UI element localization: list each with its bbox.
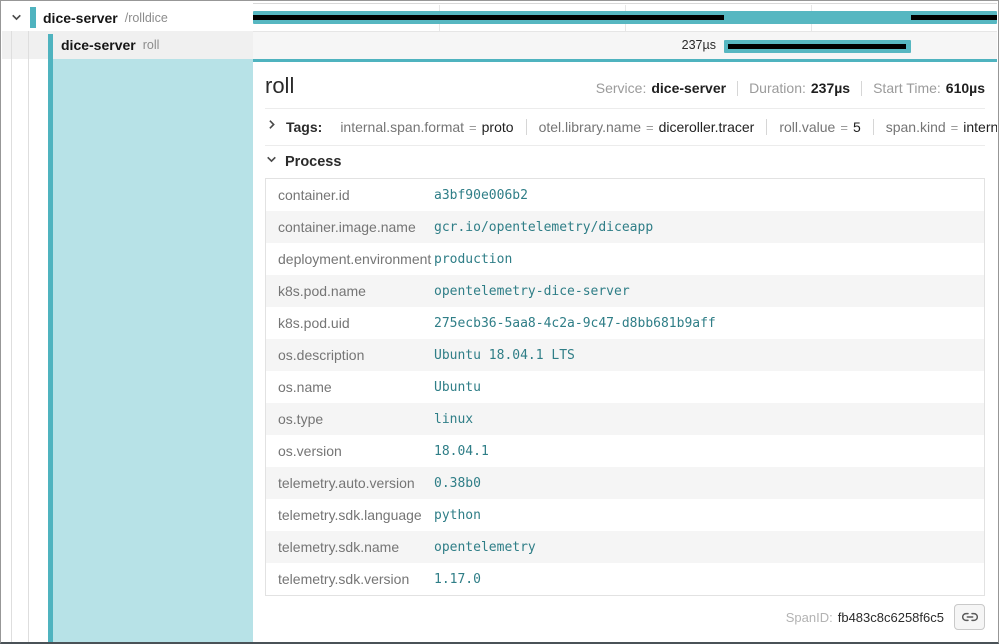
span-duration-label: 237µs: [682, 38, 724, 52]
tag-item: roll.value = 5: [767, 119, 873, 135]
start-time-value: 610µs: [946, 80, 985, 96]
kv-value: linux: [434, 412, 984, 427]
equals-sign: =: [951, 120, 959, 135]
kv-key: os.version: [266, 443, 434, 459]
span-detail-panel: roll Service: dice-server Duration: 237µ…: [253, 59, 997, 642]
spanid-value: fb483c8c6258f6c5: [838, 610, 944, 625]
timeline-row-rolldice: [253, 3, 997, 31]
link-icon: [962, 609, 978, 625]
service-color-bar: [30, 7, 36, 28]
tag-value: diceroller.tracer: [659, 119, 755, 135]
tag-key: internal.span.format: [340, 119, 464, 135]
equals-sign: =: [646, 120, 654, 135]
span-operation-name: /rolldice: [125, 11, 168, 25]
selected-span-color-bar: [48, 34, 53, 642]
kv-value: python: [434, 508, 984, 523]
equals-sign: =: [840, 120, 848, 135]
span-operation-name: roll: [143, 38, 160, 52]
span-overview: Service: dice-server Duration: 237µs Sta…: [596, 80, 985, 96]
tag-value: 5: [853, 119, 861, 135]
kv-value: 1.17.0: [434, 572, 984, 587]
process-accordion[interactable]: Process: [265, 146, 985, 177]
tags-label: Tags:: [286, 119, 322, 135]
tag-key: span.kind: [886, 119, 946, 135]
table-row: os.version 18.04.1: [266, 435, 984, 467]
spanid-label: SpanID:: [786, 610, 833, 625]
table-row: telemetry.sdk.name opentelemetry: [266, 531, 984, 563]
kv-value: 0.38b0: [434, 476, 984, 491]
table-row: telemetry.sdk.language python: [266, 499, 984, 531]
start-time-label: Start Time:: [873, 80, 941, 96]
divider: [737, 81, 738, 96]
table-row: os.name Ubuntu: [266, 371, 984, 403]
service-value: dice-server: [651, 80, 726, 96]
kv-key: container.image.name: [266, 219, 434, 235]
kv-key: k8s.pod.name: [266, 283, 434, 299]
process-label: Process: [285, 154, 341, 170]
kv-key: os.name: [266, 379, 434, 395]
timeline-canvas: 237µs: [253, 3, 997, 59]
span-title: roll: [265, 73, 294, 99]
service-label: Service:: [596, 80, 647, 96]
kv-key: k8s.pod.uid: [266, 315, 434, 331]
table-row: k8s.pod.name opentelemetry-dice-server: [266, 275, 984, 307]
kv-value: opentelemetry-dice-server: [434, 284, 984, 299]
kv-key: telemetry.sdk.name: [266, 539, 434, 555]
critical-path-segment: [253, 15, 724, 20]
kv-key: telemetry.sdk.version: [266, 571, 434, 587]
tag-key: roll.value: [779, 119, 835, 135]
critical-path-segment: [911, 15, 997, 20]
kv-value: a3bf90e006b2: [434, 188, 984, 203]
tag-item: otel.library.name = diceroller.tracer: [527, 119, 768, 135]
process-key-value-table: container.id a3bf90e006b2 container.imag…: [265, 178, 985, 596]
kv-value: gcr.io/opentelemetry/diceapp: [434, 220, 984, 235]
duration-value: 237µs: [811, 80, 850, 96]
tree-indent-guide: [11, 31, 12, 642]
kv-key: telemetry.sdk.language: [266, 507, 434, 523]
span-detail-footer: SpanID: fb483c8c6258f6c5: [265, 596, 985, 638]
table-row: os.type linux: [266, 403, 984, 435]
kv-key: deployment.environment: [266, 251, 434, 267]
kv-value: production: [434, 252, 984, 267]
kv-value: Ubuntu: [434, 380, 984, 395]
table-row: container.id a3bf90e006b2: [266, 179, 984, 211]
jaeger-trace-window: dice-server /rolldice dice-server roll 2…: [0, 0, 999, 644]
span-row-rolldice[interactable]: dice-server /rolldice: [2, 4, 253, 31]
table-row: telemetry.sdk.version 1.17.0: [266, 563, 984, 595]
table-row: container.image.name gcr.io/opentelemetr…: [266, 211, 984, 243]
timeline-row-roll: 237µs: [253, 31, 997, 59]
table-row: k8s.pod.uid 275ecb36-5aa8-4c2a-9c47-d8bb…: [266, 307, 984, 339]
span-service-name: dice-server: [43, 10, 118, 26]
equals-sign: =: [469, 120, 477, 135]
tag-value: proto: [482, 119, 514, 135]
tag-item: span.kind = internal: [874, 119, 997, 135]
kv-key: container.id: [266, 187, 434, 203]
kv-value: 275ecb36-5aa8-4c2a-9c47-d8bb681b9aff: [434, 316, 984, 331]
chevron-down-icon[interactable]: [10, 11, 23, 24]
kv-value: Ubuntu 18.04.1 LTS: [434, 348, 984, 363]
tag-item: internal.span.format = proto: [328, 119, 526, 135]
chevron-right-icon[interactable]: [265, 118, 278, 136]
kv-value: 18.04.1: [434, 444, 984, 459]
table-row: os.description Ubuntu 18.04.1 LTS: [266, 339, 984, 371]
kv-key: os.type: [266, 411, 434, 427]
divider: [861, 81, 862, 96]
kv-value: opentelemetry: [434, 540, 984, 555]
kv-key: telemetry.auto.version: [266, 475, 434, 491]
selected-span-highlight: [53, 59, 253, 642]
tag-key: otel.library.name: [539, 119, 641, 135]
tag-value: internal: [963, 119, 997, 135]
critical-path-segment: [728, 44, 906, 49]
kv-key: os.description: [266, 347, 434, 363]
copy-link-button[interactable]: [954, 604, 985, 630]
span-row-roll[interactable]: dice-server roll: [2, 31, 253, 59]
table-row: deployment.environment production: [266, 243, 984, 275]
duration-label: Duration:: [749, 80, 806, 96]
table-row: telemetry.auto.version 0.38b0: [266, 467, 984, 499]
tree-indent-guide: [28, 31, 29, 642]
span-detail-header: roll Service: dice-server Duration: 237µ…: [265, 62, 985, 109]
chevron-down-icon[interactable]: [265, 153, 278, 171]
span-service-name: dice-server: [61, 37, 136, 53]
tags-accordion[interactable]: Tags: internal.span.format = proto otel.…: [265, 109, 985, 146]
